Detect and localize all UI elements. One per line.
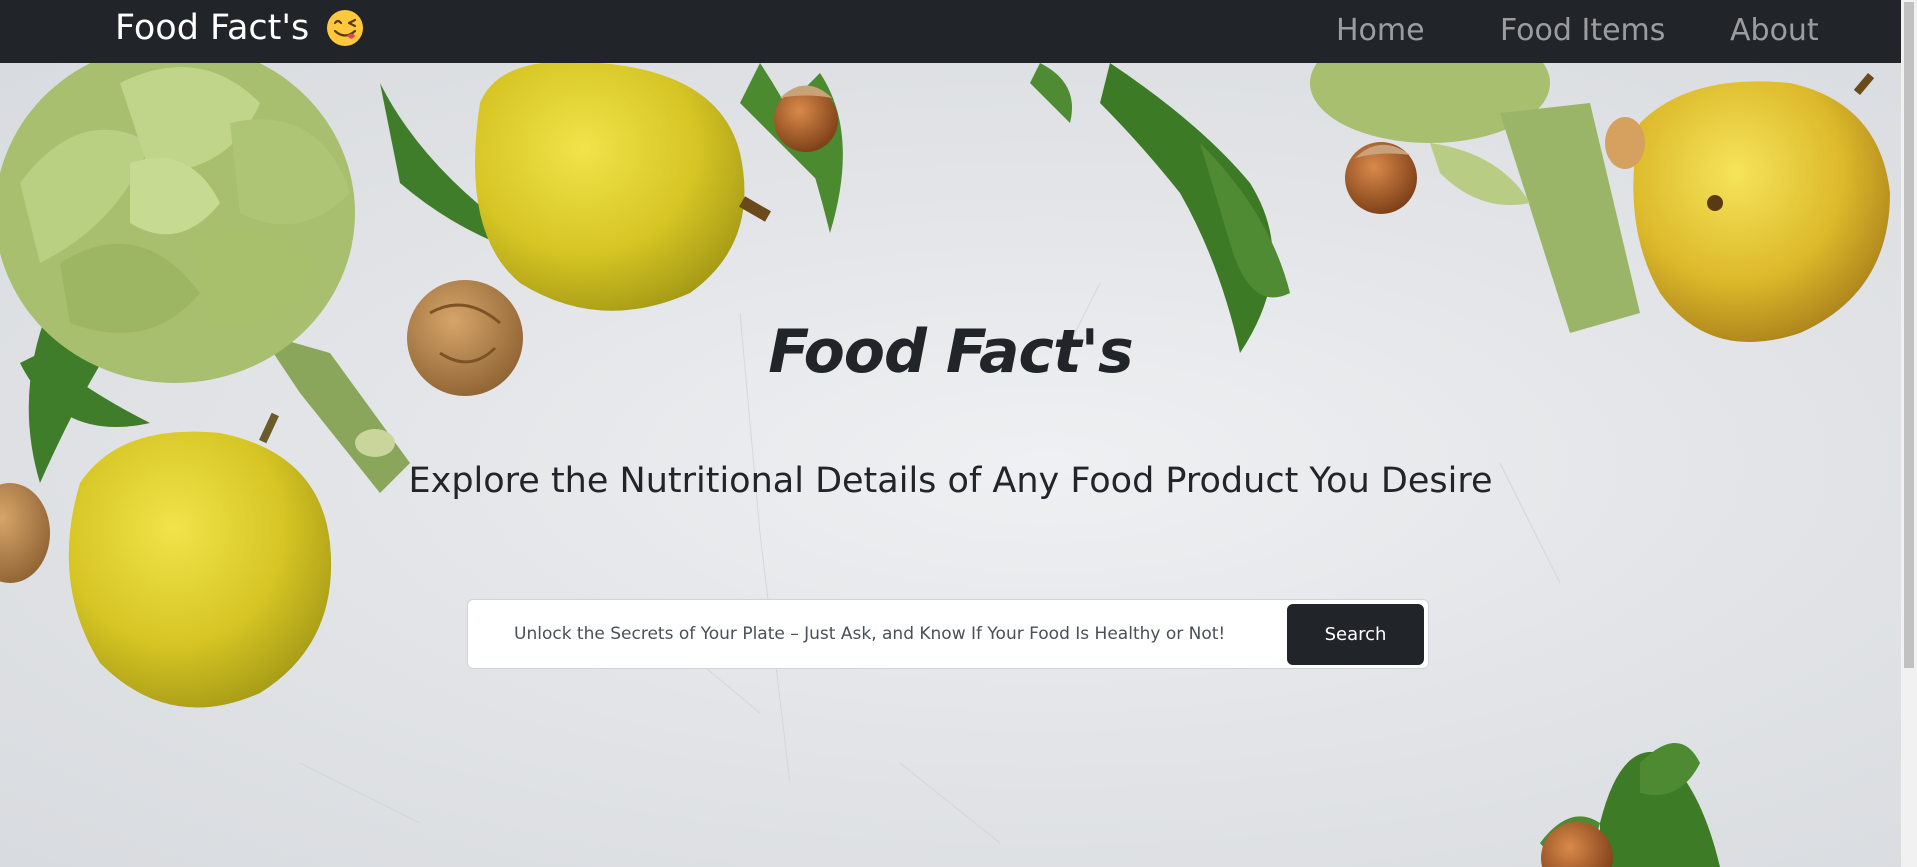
search-form: Search bbox=[467, 599, 1429, 669]
nav-links: Home Food Items About bbox=[0, 0, 1901, 63]
hero-title: Food Fact's bbox=[768, 317, 1134, 387]
hero-subtitle: Explore the Nutritional Details of Any F… bbox=[408, 461, 1493, 501]
search-input[interactable] bbox=[468, 600, 1288, 668]
hero-section: Food Fact's Explore the Nutritional Deta… bbox=[0, 63, 1901, 867]
nav-link-about[interactable]: About bbox=[1730, 13, 1819, 48]
scrollbar[interactable] bbox=[1901, 0, 1917, 867]
scrollbar-thumb[interactable] bbox=[1904, 2, 1914, 668]
nav-link-food-items[interactable]: Food Items bbox=[1500, 13, 1665, 48]
page: Food Fact's Home Food Items About Food F… bbox=[0, 0, 1917, 867]
nav-link-home[interactable]: Home bbox=[1336, 13, 1425, 48]
navbar: Food Fact's Home Food Items About bbox=[0, 0, 1901, 63]
search-button[interactable]: Search bbox=[1287, 604, 1424, 665]
